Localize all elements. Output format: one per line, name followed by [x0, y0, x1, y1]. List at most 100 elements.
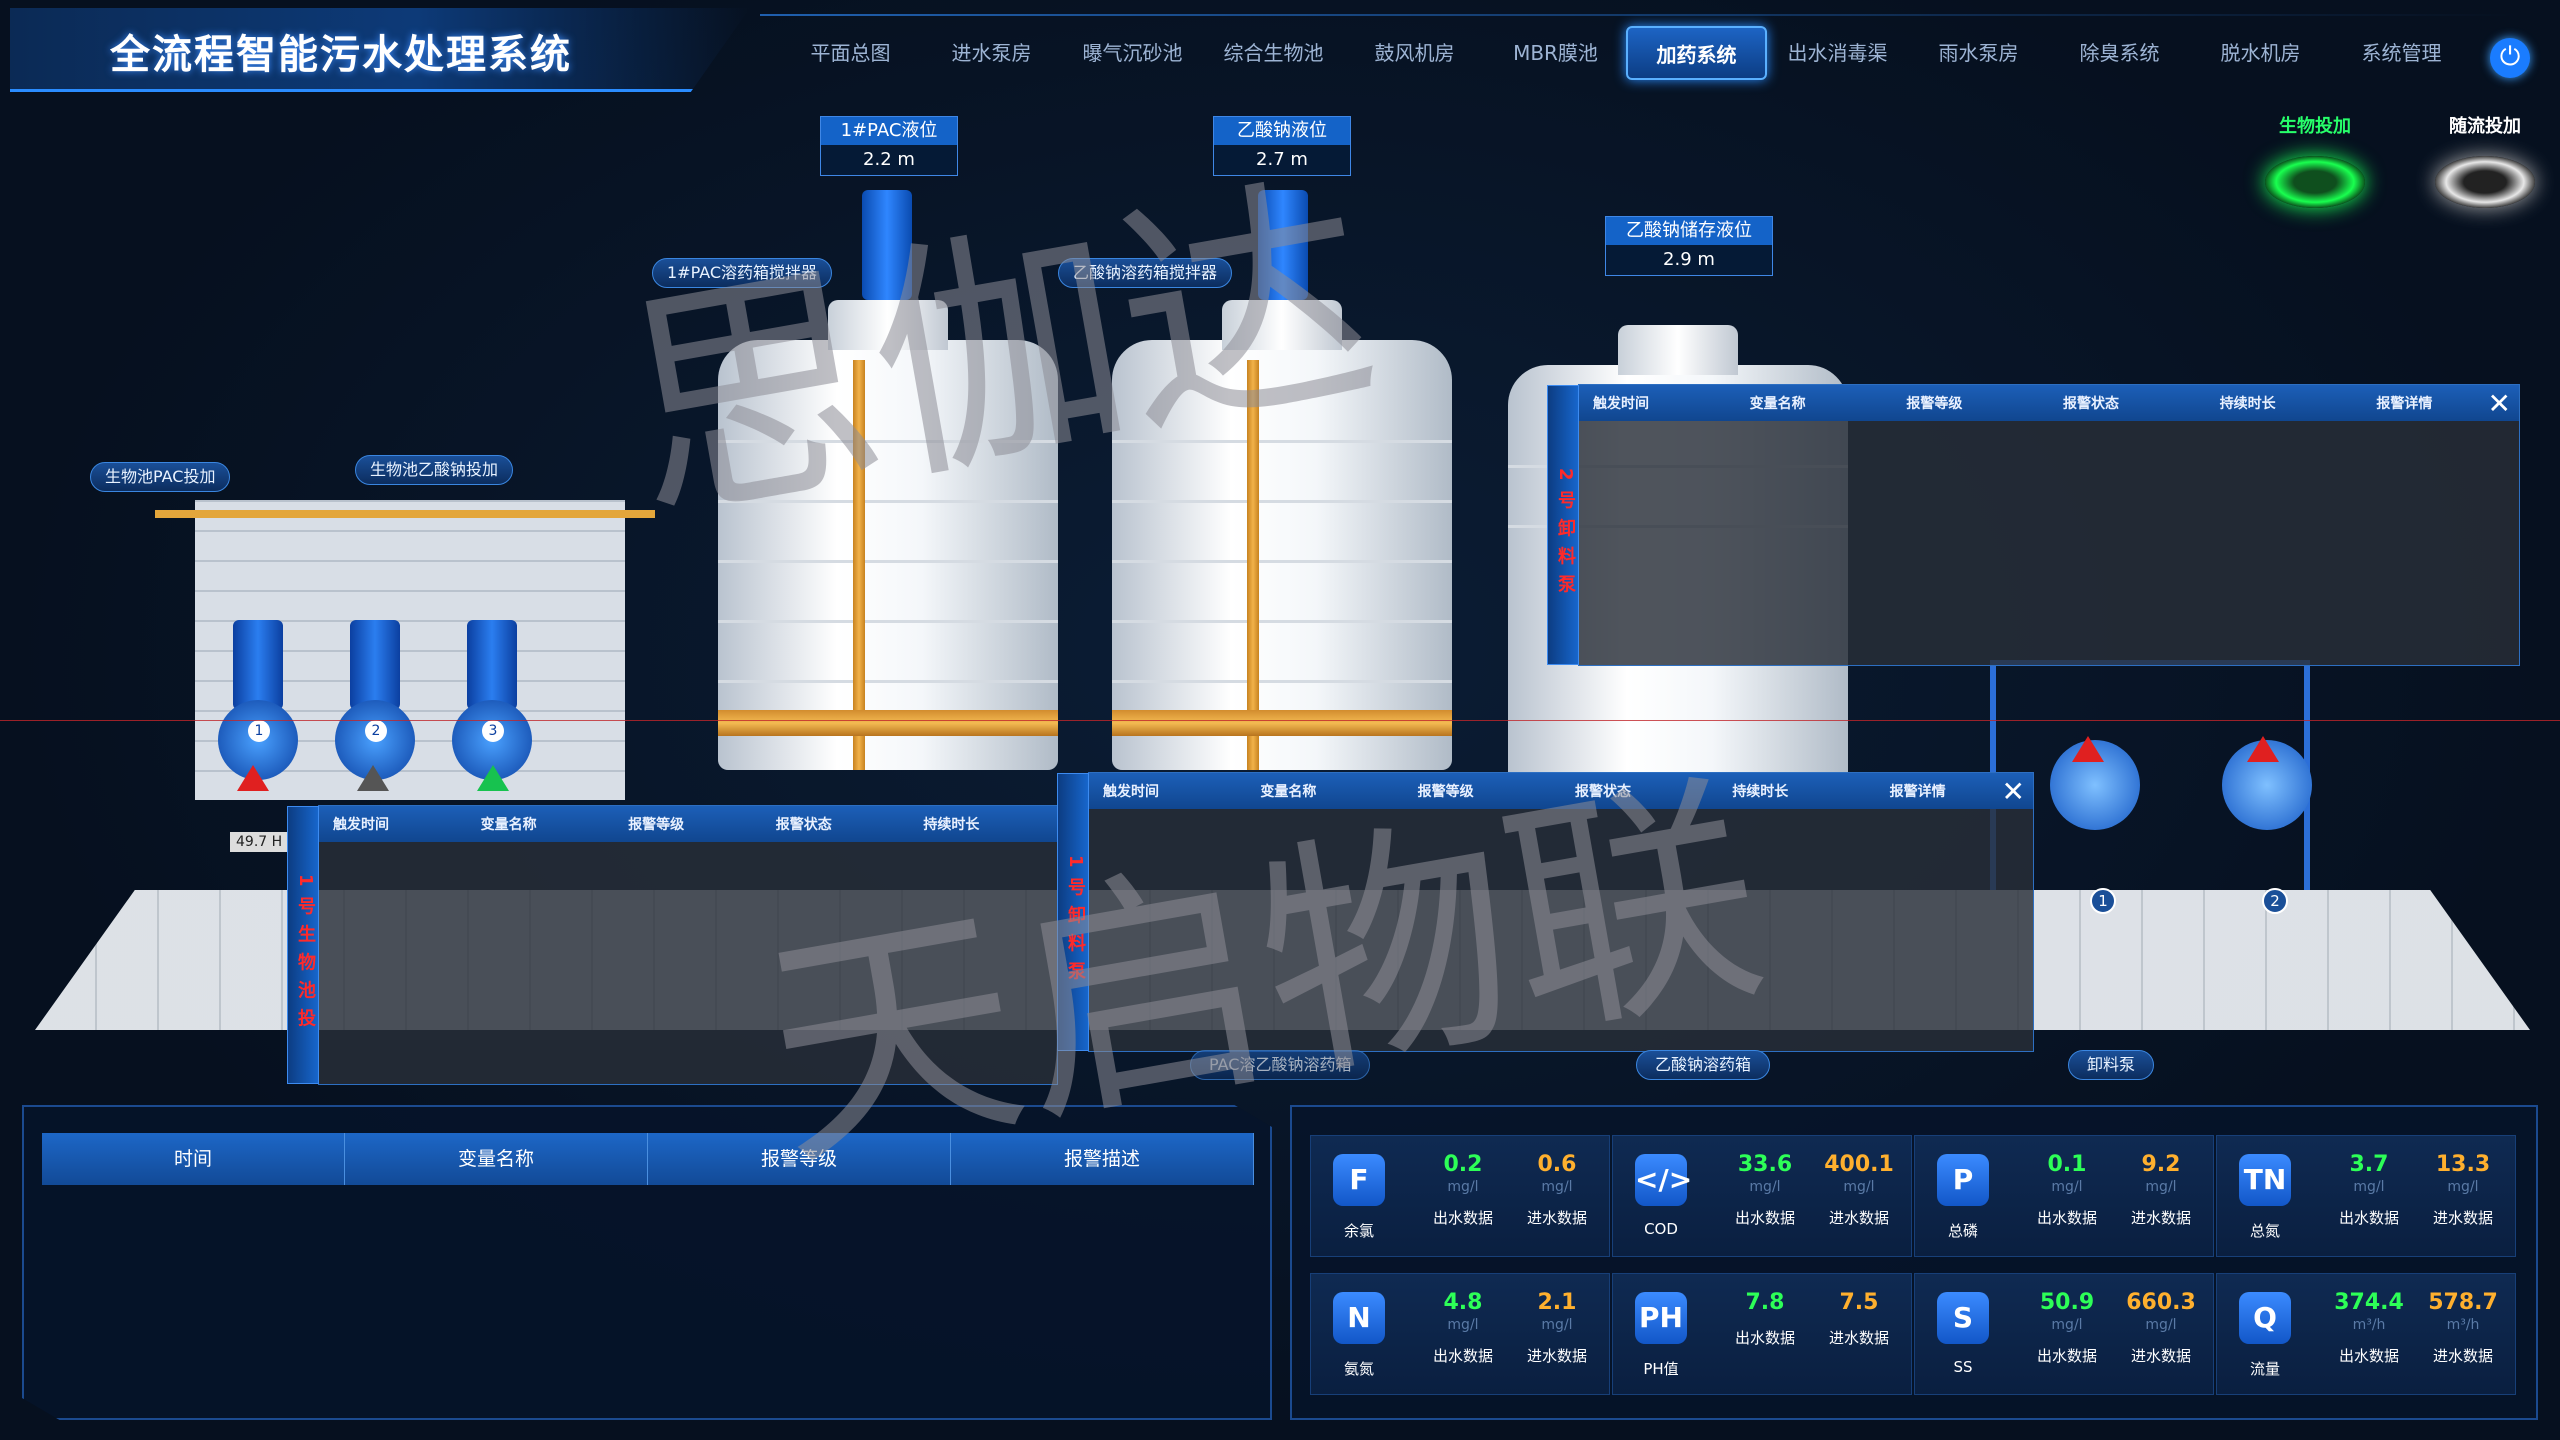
metric-in: 7.5 进水数据 [1813, 1290, 1905, 1348]
metric-in: 2.1 mg/l 进水数据 [1511, 1290, 1603, 1366]
standby-triangle-icon [357, 765, 389, 791]
metric-out-label: 出水数据 [1432, 1209, 1493, 1227]
metric-in-value: 0.6 [1537, 1152, 1577, 1177]
guide-line [0, 720, 2560, 721]
col-desc[interactable]: 报警描述 [951, 1133, 1254, 1185]
power-icon[interactable]: ⏻ [2490, 38, 2530, 78]
metric-icon: N [1333, 1292, 1385, 1344]
close-icon[interactable]: ✕ [2488, 387, 2511, 420]
metric-out-unit: mg/l [1447, 1317, 1479, 1333]
naac-mixer[interactable] [1258, 190, 1308, 300]
alarm-popup-unload-1: 1号卸料泵 触发时间 变量名称 报警等级 报警状态 持续时长 报警详情 ✕ [1057, 772, 2034, 1052]
metric-in: 9.2 mg/l 进水数据 [2115, 1152, 2207, 1228]
pac-tank[interactable] [718, 300, 1058, 770]
naac-tank-tag[interactable]: PAC溶乙酸钠溶药箱 [1190, 1050, 1371, 1080]
mode-bio-dosing-button[interactable]: 生物投加 [2255, 112, 2375, 208]
pac-level-box: 1#PAC液位 2.2 m [820, 116, 958, 176]
nav-item-inlet-pump[interactable]: 进水泵房 [921, 26, 1062, 80]
nav-item-mbr[interactable]: MBR膜池 [1485, 26, 1626, 80]
metric-in-unit: m³/h [2446, 1317, 2480, 1333]
metric-out-label: 出水数据 [2338, 1209, 2399, 1227]
naac-mixer-label: 乙酸钠溶药箱搅拌器 [1058, 258, 1233, 288]
metric-name: 余氯 [1343, 1222, 1374, 1240]
pac-mixer[interactable] [862, 190, 912, 300]
metric-in-unit: mg/l [2145, 1179, 2177, 1195]
naac-store-level-value: 2.9 m [1663, 249, 1715, 270]
metric-icon: PH [1635, 1292, 1687, 1344]
metric-in-label: 进水数据 [1828, 1209, 1889, 1227]
unload-alarm-2-icon [2247, 736, 2279, 762]
metric-name: 总氮 [2249, 1222, 2280, 1240]
metric-card: P 总磷 0.1 mg/l 出水数据 9.2 mg/l 进水数据 [1914, 1135, 2214, 1257]
unload-pump-tag[interactable]: 卸料泵 [2068, 1050, 2155, 1080]
metric-name: 氨氮 [1343, 1360, 1374, 1378]
metric-out-unit: m³/h [2352, 1317, 2386, 1333]
dosing-system-screen: 全流程智能污水处理系统 平面总图 进水泵房 曝气沉砂池 综合生物池 鼓风机房 M… [0, 0, 2560, 1440]
metric-in-label: 进水数据 [2130, 1347, 2191, 1365]
metric-card: N 氨氮 4.8 mg/l 出水数据 2.1 mg/l 进水数据 [1310, 1273, 1610, 1395]
naac-level-box: 乙酸钠液位 2.7 m [1213, 116, 1351, 176]
nav-item-blower[interactable]: 鼓风机房 [1344, 26, 1485, 80]
metric-in-label: 进水数据 [1526, 1209, 1587, 1227]
metric-card: TN 总氮 3.7 mg/l 出水数据 13.3 mg/l 进水数据 [2216, 1135, 2516, 1257]
nav-item-bio[interactable]: 综合生物池 [1203, 26, 1344, 80]
nav-item-dosing[interactable]: 加药系统 [1626, 26, 1767, 80]
metric-out-label: 出水数据 [1734, 1329, 1795, 1347]
metric-out: 4.8 mg/l 出水数据 [1417, 1290, 1509, 1366]
metric-out: 0.1 mg/l 出水数据 [2021, 1152, 2113, 1228]
nav-item-deodor[interactable]: 除臭系统 [2049, 26, 2190, 80]
metric-in: 13.3 mg/l 进水数据 [2417, 1152, 2509, 1228]
nav-item-disinfect[interactable]: 出水消毒渠 [1767, 26, 1908, 80]
close-icon[interactable]: ✕ [2002, 775, 2025, 808]
metric-out: 33.6 mg/l 出水数据 [1719, 1152, 1811, 1228]
nav-item-plan[interactable]: 平面总图 [780, 26, 921, 80]
col-time[interactable]: 时间 [42, 1133, 345, 1185]
naac-store-level-box: 乙酸钠储存液位 2.9 m [1605, 216, 1773, 276]
metric-out-value: 33.6 [1737, 1152, 1793, 1177]
metric-icon: F [1333, 1154, 1385, 1206]
mode-flow-dosing-button[interactable]: 随流投加 [2425, 112, 2545, 208]
alarm-popup-unload-2: 2号卸料泵 触发时间 变量名称 报警等级 报警状态 持续时长 报警详情 ✕ [1547, 384, 2520, 666]
alarm-triangle-icon [237, 765, 269, 791]
header: 全流程智能污水处理系统 平面总图 进水泵房 曝气沉砂池 综合生物池 鼓风机房 M… [0, 0, 2560, 96]
nav-item-dewater[interactable]: 脱水机房 [2190, 26, 2331, 80]
metric-out-label: 出水数据 [1432, 1347, 1493, 1365]
unload-alarm-1-icon [2072, 736, 2104, 762]
metric-icon: </> [1635, 1154, 1692, 1206]
col-variable[interactable]: 变量名称 [345, 1133, 648, 1185]
nav-item-rain[interactable]: 雨水泵房 [1908, 26, 2049, 80]
metric-in: 0.6 mg/l 进水数据 [1511, 1152, 1603, 1228]
popup-side-label: 1号生物池投 [287, 806, 319, 1084]
popup-header: 触发时间 变量名称 报警等级 报警状态 持续时长 [319, 806, 1057, 842]
popup-header: 触发时间 变量名称 报警等级 报警状态 持续时长 报警详情 [1579, 385, 2519, 421]
naac-tank[interactable] [1112, 300, 1452, 770]
metric-card: PH PH值 7.8 出水数据 7.5 进水数据 [1612, 1273, 1912, 1395]
metric-out: 50.9 mg/l 出水数据 [2021, 1290, 2113, 1366]
metric-icon: P [1937, 1154, 1989, 1206]
metric-card: Q 流量 374.4 m³/h 出水数据 578.7 m³/h 进水数据 [2216, 1273, 2516, 1395]
metric-in-value: 9.2 [2141, 1152, 2181, 1177]
metric-name: PH值 [1643, 1360, 1679, 1378]
nav-item-grit[interactable]: 曝气沉砂池 [1062, 26, 1203, 80]
mode-bio-label: 生物投加 [2279, 116, 2351, 137]
metric-out-unit: mg/l [1749, 1179, 1781, 1195]
nav-item-admin[interactable]: 系统管理 [2331, 26, 2472, 80]
metric-icon: TN [2239, 1154, 2291, 1206]
metric-in-label: 进水数据 [1526, 1347, 1587, 1365]
metric-out-unit: mg/l [2051, 1317, 2083, 1333]
mode-bio-indicator [2265, 156, 2365, 208]
metric-card: S SS 50.9 mg/l 出水数据 660.3 mg/l 进水数据 [1914, 1273, 2214, 1395]
metric-out-unit: mg/l [1447, 1179, 1479, 1195]
top-nav: 平面总图 进水泵房 曝气沉砂池 综合生物池 鼓风机房 MBR膜池 加药系统 出水… [780, 26, 2472, 80]
pac-mixer-label: 1#PAC溶药箱搅拌器 [652, 258, 833, 288]
unload-pump-1-number: 1 [2090, 888, 2116, 914]
popup-header: 触发时间 变量名称 报警等级 报警状态 持续时长 报警详情 [1089, 773, 2033, 809]
metric-out: 3.7 mg/l 出水数据 [2323, 1152, 2415, 1228]
yellow-pipe [155, 510, 655, 518]
metric-in-label: 进水数据 [2432, 1347, 2493, 1365]
metric-out-label: 出水数据 [2338, 1347, 2399, 1365]
metric-in-value: 13.3 [2435, 1152, 2491, 1177]
water-quality-panel: F 余氯 0.2 mg/l 出水数据 0.6 mg/l 进水数据 </> COD 33.6 mg/l 出… [1290, 1105, 2538, 1420]
naac-store-tag[interactable]: 乙酸钠溶药箱 [1636, 1050, 1771, 1080]
col-level[interactable]: 报警等级 [648, 1133, 951, 1185]
